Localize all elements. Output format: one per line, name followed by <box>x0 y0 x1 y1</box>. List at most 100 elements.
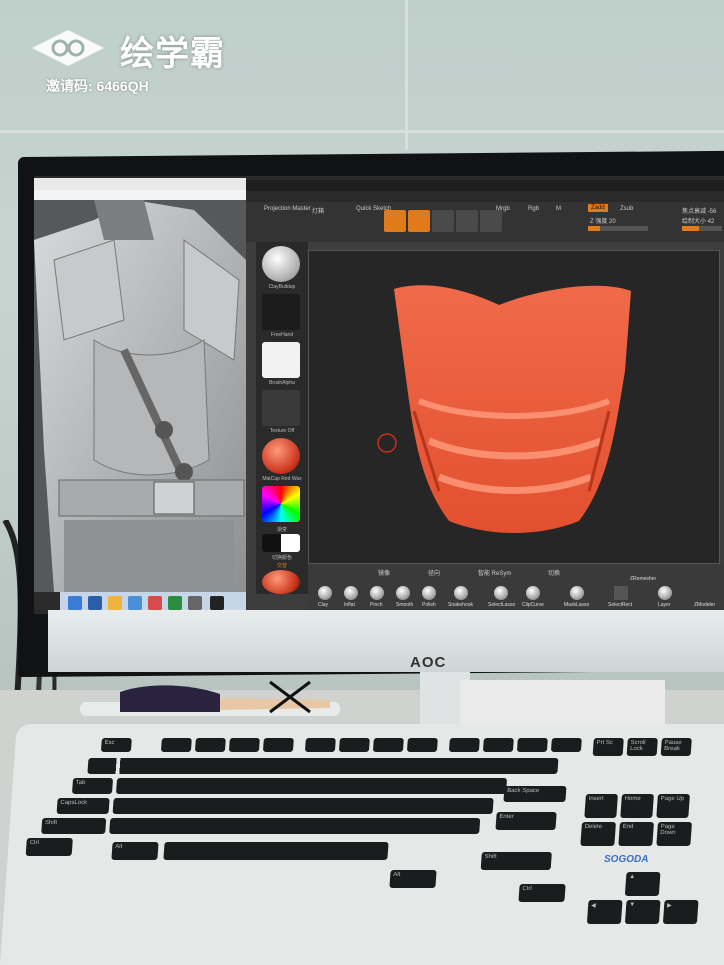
number-row[interactable] <box>87 758 559 774</box>
brush-pinch-icon[interactable] <box>370 586 384 600</box>
radial-label: 径向 <box>428 571 441 577</box>
key-ctrl-left[interactable]: Ctrl <box>25 838 73 856</box>
key-enter[interactable]: Enter <box>495 812 557 830</box>
zadd-button[interactable]: Zadd <box>588 204 608 212</box>
reference-image-window[interactable] <box>34 178 246 592</box>
brush-inflat-label: Inflat <box>344 602 355 608</box>
m-button[interactable]: M <box>556 206 561 212</box>
window-toolbar <box>34 190 246 200</box>
key-alt-left[interactable]: Alt <box>111 842 159 860</box>
watermark-invite-code: 邀请码: 6466QH <box>46 78 149 94</box>
brush-polish-icon[interactable] <box>422 586 436 600</box>
brush-masklasso-icon[interactable] <box>570 586 584 600</box>
key-f8[interactable] <box>406 738 438 752</box>
key-print[interactable]: Prt Sc <box>592 738 624 756</box>
key-arrow-up[interactable]: ▲ <box>624 872 661 896</box>
draw-button[interactable] <box>384 210 406 232</box>
key-f7[interactable] <box>372 738 404 752</box>
key-f9[interactable] <box>448 738 480 752</box>
key-ctrl-right[interactable]: Ctrl <box>518 884 566 902</box>
texture-icon[interactable] <box>262 390 300 426</box>
key-f4[interactable] <box>262 738 294 752</box>
key-backspace[interactable]: Back Space <box>503 786 567 802</box>
brush-label: ClayBuildup <box>268 284 296 290</box>
key-shift-left[interactable]: Shift <box>41 818 107 834</box>
zxcv-row[interactable] <box>109 818 481 834</box>
taskbar-icon[interactable] <box>148 596 162 610</box>
edit-button[interactable] <box>408 210 430 232</box>
key-tab[interactable]: Tab <box>71 778 114 794</box>
brush-clipcurve-icon[interactable] <box>526 586 540 600</box>
key-arrow-right[interactable]: ▶ <box>662 900 699 924</box>
key-insert[interactable]: Insert <box>584 794 618 818</box>
stroke-icon[interactable] <box>262 294 300 330</box>
key-alt-right[interactable]: Alt <box>389 870 437 888</box>
folder-icon[interactable] <box>108 596 122 610</box>
lightbox-button[interactable]: 灯箱 <box>312 206 324 215</box>
key-arrow-down[interactable]: ▼ <box>624 900 661 924</box>
projection-master-button[interactable]: Projection Master <box>264 206 311 212</box>
monitor-brand: AOC <box>410 654 447 671</box>
rotate-button[interactable] <box>480 210 502 232</box>
taskbar-icon[interactable] <box>88 596 102 610</box>
draw-size-slider[interactable] <box>682 226 722 231</box>
key-arrow-left[interactable]: ◀ <box>586 900 623 924</box>
rgb-button[interactable]: Rgb <box>528 206 539 212</box>
brush-smooth-label: Smooth <box>396 602 414 608</box>
brush-layer-label: Layer <box>658 602 671 608</box>
material-icon[interactable] <box>262 438 300 474</box>
draw-size-label: 绘制大小 42 <box>682 219 715 225</box>
keyboard: Esc Prt Sc Scroll Lock Pause Break Back … <box>0 724 724 965</box>
key-delete[interactable]: Delete <box>580 822 616 846</box>
key-home[interactable]: Home <box>620 794 654 818</box>
key-space[interactable] <box>163 842 389 860</box>
key-f1[interactable] <box>160 738 192 752</box>
z-intensity-slider[interactable] <box>588 226 648 231</box>
scale-button[interactable] <box>456 210 478 232</box>
mrgb-button[interactable]: Mrgb <box>496 206 510 212</box>
key-caps-lock[interactable]: CapsLock <box>56 798 110 814</box>
zbrush-canvas[interactable] <box>308 250 720 564</box>
taskbar-icon[interactable] <box>168 596 182 610</box>
key-f10[interactable] <box>482 738 514 752</box>
key-page-up[interactable]: Page Up <box>656 794 690 818</box>
key-end[interactable]: End <box>618 822 654 846</box>
key-f3[interactable] <box>228 738 260 752</box>
alpha-icon[interactable] <box>262 342 300 378</box>
color-picker-icon[interactable] <box>262 486 300 522</box>
gradient-label: 渐变 <box>276 527 287 533</box>
brush-selectrect-icon[interactable] <box>614 586 628 600</box>
brush-selectlasso-icon[interactable] <box>494 586 508 600</box>
key-page-down[interactable]: Page Down <box>656 822 692 846</box>
zsub-button[interactable]: Zsub <box>620 206 633 212</box>
zbrush-toolbar: Projection Master 灯箱 Quick Sketch Mrgb R… <box>246 202 724 242</box>
key-scroll-lock[interactable]: Scroll Lock <box>626 738 658 756</box>
brush-smooth-icon[interactable] <box>396 586 410 600</box>
brush-layer-icon[interactable] <box>658 586 672 600</box>
key-f2[interactable] <box>194 738 226 752</box>
key-f11[interactable] <box>516 738 548 752</box>
key-esc[interactable]: Esc <box>100 738 132 752</box>
color-swatch[interactable] <box>262 534 300 552</box>
brush-clay-icon[interactable] <box>318 586 332 600</box>
key-shift-right[interactable]: Shift <box>480 852 552 870</box>
material-preview-icon[interactable] <box>262 570 300 594</box>
key-f5[interactable] <box>304 738 336 752</box>
move-button[interactable] <box>432 210 454 232</box>
taskbar-icon[interactable] <box>68 596 82 610</box>
qwerty-row[interactable] <box>115 778 508 794</box>
key-f6[interactable] <box>338 738 370 752</box>
taskbar-icon[interactable] <box>128 596 142 610</box>
torso-sculpt-mesh <box>377 285 631 533</box>
key-f12[interactable] <box>550 738 582 752</box>
brush-snakehook-icon[interactable] <box>454 586 468 600</box>
zremesher-label[interactable]: ZRemesher <box>630 576 656 582</box>
asdf-row[interactable] <box>112 798 494 814</box>
key-pause[interactable]: Pause Break <box>660 738 692 756</box>
brush-masklasso-label: MaskLasso <box>564 602 590 608</box>
brush-icon[interactable] <box>262 246 300 282</box>
brush-inflat-icon[interactable] <box>344 586 358 600</box>
watermark-brand: 绘学霸 <box>120 35 225 73</box>
taskbar-icon[interactable] <box>188 596 202 610</box>
zbrush-taskbar-icon[interactable] <box>210 596 224 610</box>
